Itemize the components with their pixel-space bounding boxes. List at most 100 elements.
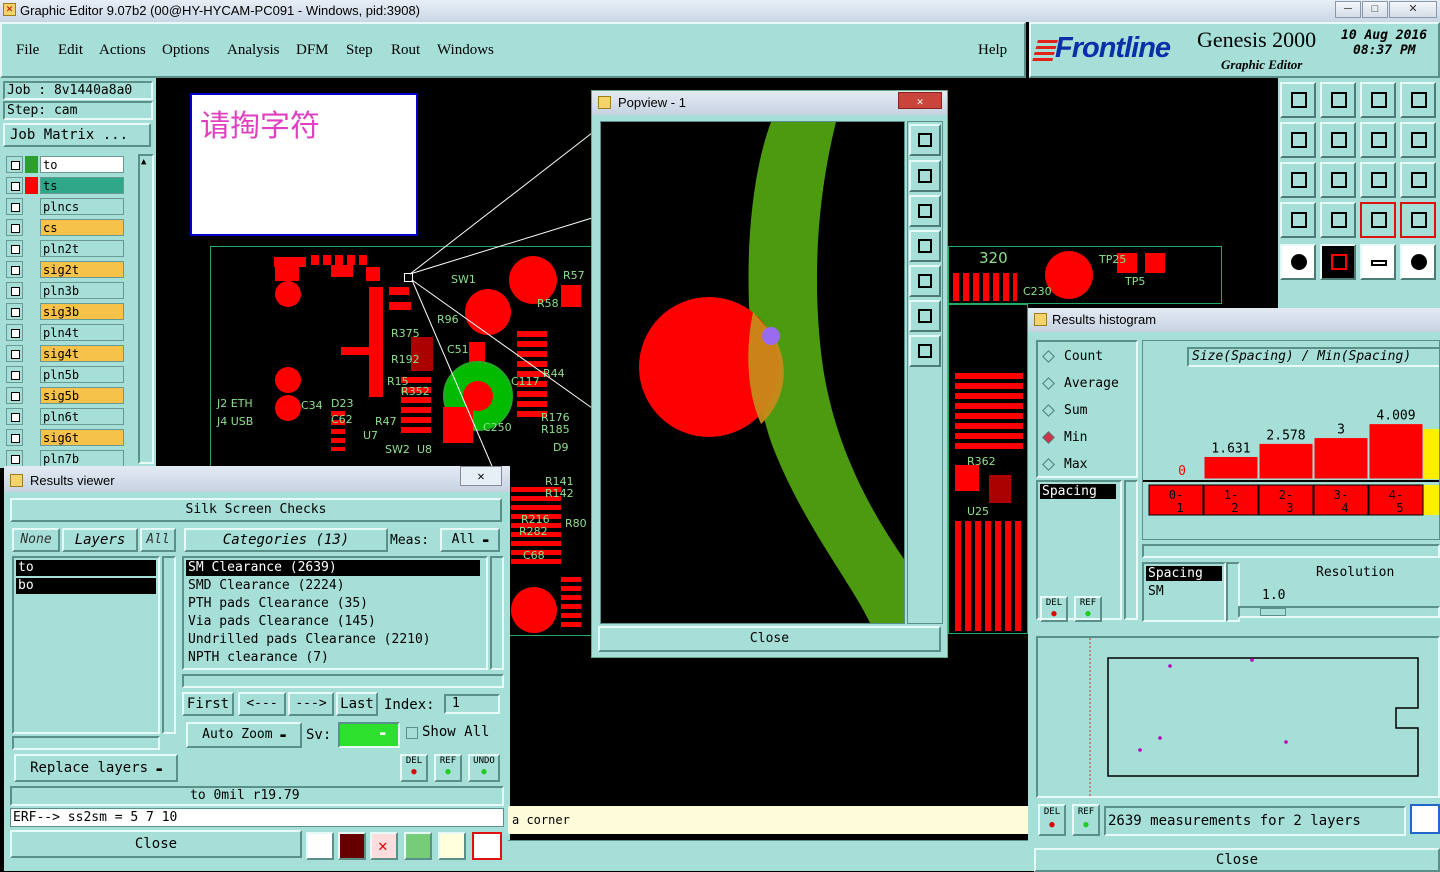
- histogram-bar[interactable]: [1258, 442, 1314, 480]
- layer-checkbox[interactable]: [6, 324, 23, 341]
- autozoom-select[interactable]: Auto Zoom ▬: [186, 722, 302, 748]
- layer-name[interactable]: pln2t: [40, 240, 124, 257]
- popview-close-button[interactable]: Close: [598, 626, 941, 652]
- layer-row[interactable]: pln5b: [6, 366, 124, 383]
- netlist-icon[interactable]: [1360, 202, 1396, 238]
- layer-row[interactable]: pln4t: [6, 324, 124, 341]
- menu-windows[interactable]: Windows: [437, 42, 494, 59]
- layer-checkbox[interactable]: [6, 345, 23, 362]
- layer-name[interactable]: cs: [40, 219, 124, 236]
- resolution-slider[interactable]: [1238, 606, 1440, 618]
- lower-spacing-item[interactable]: Spacing: [1146, 566, 1222, 581]
- layer-checkbox[interactable]: [6, 177, 23, 194]
- layer-row[interactable]: pln3b: [6, 282, 124, 299]
- pv-left-icon[interactable]: [909, 230, 941, 262]
- exclude-icon[interactable]: ✕: [370, 832, 398, 860]
- menu-options[interactable]: Options: [162, 42, 210, 59]
- help-icon[interactable]: [1400, 162, 1436, 198]
- layer-row[interactable]: ts: [6, 177, 124, 194]
- mode-radio[interactable]: Max: [1042, 456, 1134, 476]
- zoom-all-icon[interactable]: [1320, 162, 1356, 198]
- layer-checkbox[interactable]: [6, 303, 23, 320]
- category-hscrollbar[interactable]: [182, 674, 504, 688]
- undo-button[interactable]: UNDO ●: [468, 754, 500, 782]
- mode-radio[interactable]: Average: [1042, 375, 1134, 395]
- hist-del-button[interactable]: DEL ●: [1040, 596, 1068, 622]
- layer-color-swatch[interactable]: [25, 219, 38, 236]
- layer-color-swatch[interactable]: [25, 240, 38, 257]
- layer-checkbox[interactable]: [6, 366, 23, 383]
- popview-close-icon[interactable]: ✕: [898, 92, 942, 109]
- histogram-bar[interactable]: [1368, 423, 1424, 480]
- results-close-icon[interactable]: ✕: [460, 466, 502, 486]
- layer-color-swatch[interactable]: [25, 156, 38, 173]
- category-scrollbar[interactable]: [490, 556, 504, 670]
- layer-color-swatch[interactable]: [25, 366, 38, 383]
- categories-button[interactable]: Categories (13): [184, 528, 388, 552]
- sv-color-select[interactable]: ▬: [338, 722, 400, 748]
- layer-row[interactable]: pln6t: [6, 408, 124, 425]
- layer-row[interactable]: to: [6, 156, 124, 173]
- layer-checkbox[interactable]: [6, 429, 23, 446]
- layer-name[interactable]: sig6t: [40, 429, 124, 446]
- grid-icon[interactable]: [1320, 202, 1356, 238]
- layer-name[interactable]: to: [40, 156, 124, 173]
- layer-checkbox[interactable]: [6, 156, 23, 173]
- window-split-icon[interactable]: [1400, 82, 1436, 118]
- results-layer-hscrollbar[interactable]: [12, 736, 160, 750]
- layer-color-swatch[interactable]: [25, 345, 38, 362]
- pv-up-icon[interactable]: [909, 160, 941, 192]
- pv-zoom-out-icon[interactable]: [909, 335, 941, 367]
- hist-ref2-button[interactable]: REF ●: [1072, 804, 1100, 836]
- hist-graph-icon[interactable]: [1410, 804, 1440, 834]
- prev-button[interactable]: <---: [238, 692, 286, 716]
- layer-color-swatch[interactable]: [25, 303, 38, 320]
- category-item[interactable]: PTH pads Clearance (35): [186, 596, 480, 612]
- layer-list-scrollbar[interactable]: ▲: [138, 154, 154, 464]
- layer-checkbox[interactable]: [6, 387, 23, 404]
- layer-color-swatch[interactable]: [25, 387, 38, 404]
- layer-checkbox[interactable]: [6, 219, 23, 236]
- notes-icon[interactable]: [438, 832, 466, 860]
- layer-checkbox[interactable]: [6, 282, 23, 299]
- mirror-icon[interactable]: [1360, 122, 1396, 158]
- layer-checkbox[interactable]: [6, 450, 23, 467]
- layer-color-swatch[interactable]: [25, 429, 38, 446]
- step-icon[interactable]: [404, 832, 432, 860]
- layer-checkbox[interactable]: [6, 240, 23, 257]
- layer-row[interactable]: cs: [6, 219, 124, 236]
- menu-actions[interactable]: Actions: [99, 42, 146, 59]
- hist-del2-button[interactable]: DEL ●: [1038, 804, 1066, 836]
- highlight-icon[interactable]: [1320, 244, 1356, 280]
- histogram-bar[interactable]: [1203, 455, 1259, 480]
- menu-edit[interactable]: Edit: [58, 42, 83, 59]
- index-input[interactable]: 1: [444, 694, 500, 714]
- layer-row[interactable]: sig6t: [6, 429, 124, 446]
- results-layer-item[interactable]: to: [16, 560, 156, 576]
- histogram-bar[interactable]: [1313, 437, 1369, 480]
- layer-name[interactable]: plncs: [40, 198, 124, 215]
- pv-zoom-in-icon[interactable]: [909, 300, 941, 332]
- layer-row[interactable]: pln7b: [6, 450, 124, 467]
- board-preview[interactable]: [1036, 636, 1440, 798]
- report-icon[interactable]: [338, 832, 366, 860]
- hist-ref-button[interactable]: REF ●: [1074, 596, 1102, 622]
- ref-button[interactable]: REF ●: [434, 754, 462, 782]
- layer-color-swatch[interactable]: [25, 324, 38, 341]
- histogram-icon[interactable]: [472, 832, 502, 860]
- layer-color-swatch[interactable]: [25, 408, 38, 425]
- ruler-icon[interactable]: [1360, 244, 1396, 280]
- layer-color-swatch[interactable]: [25, 177, 38, 194]
- mode-radio[interactable]: Sum: [1042, 402, 1134, 422]
- layer-color-swatch[interactable]: [25, 450, 38, 467]
- last-button[interactable]: Last: [336, 692, 378, 716]
- spacing-scrollbar[interactable]: [1124, 480, 1138, 620]
- layer-checkbox[interactable]: [6, 261, 23, 278]
- menu-file[interactable]: File: [16, 42, 39, 59]
- scale-1-2-icon[interactable]: [1360, 162, 1396, 198]
- show-all-checkbox[interactable]: [406, 727, 418, 739]
- home-icon[interactable]: [1360, 82, 1396, 118]
- drill-icon[interactable]: [1400, 244, 1436, 280]
- popview-canvas[interactable]: [600, 121, 905, 624]
- layer-name[interactable]: pln3b: [40, 282, 124, 299]
